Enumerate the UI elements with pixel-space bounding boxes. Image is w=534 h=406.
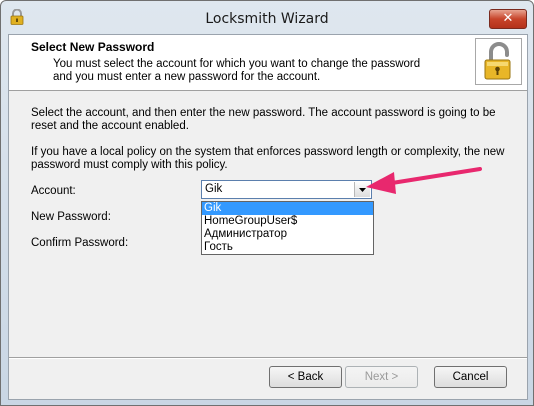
instruction-text: Select the account, and then enter the n… — [31, 107, 496, 132]
footer-divider — [9, 357, 527, 359]
account-label: Account: — [31, 185, 76, 197]
confirm-password-label: Confirm Password: — [31, 237, 129, 249]
wizard-header: Select New Password You must select the … — [9, 35, 527, 91]
account-select-value: Gik — [205, 183, 223, 195]
wizard-client-area: Select New Password You must select the … — [8, 34, 528, 400]
dropdown-option[interactable]: Гость — [202, 241, 373, 254]
window-title: Locksmith Wizard — [205, 11, 329, 27]
cancel-button[interactable]: Cancel — [434, 366, 507, 388]
wizard-window: Locksmith Wizard ✕ Select New Password Y… — [0, 0, 534, 406]
pointer-arrow-annotation — [366, 167, 482, 194]
dropdown-option[interactable]: Администратор — [202, 228, 373, 241]
title-bar[interactable]: Locksmith Wizard ✕ — [1, 1, 533, 35]
account-dropdown-list: Gik HomeGroupUser$ Администратор Гость — [201, 201, 374, 255]
dropdown-option[interactable]: Gik — [202, 202, 373, 215]
dropdown-option[interactable]: HomeGroupUser$ — [202, 215, 373, 228]
header-icon-frame — [475, 38, 522, 85]
padlock-icon — [484, 42, 511, 80]
page-title: Select New Password — [31, 40, 155, 54]
back-button[interactable]: < Back — [269, 366, 342, 388]
next-button[interactable]: Next > — [345, 366, 418, 388]
account-select[interactable]: Gik — [201, 180, 372, 199]
close-button[interactable]: ✕ — [489, 9, 527, 29]
new-password-label: New Password: — [31, 211, 111, 223]
page-description: You must select the account for which yo… — [53, 58, 421, 83]
